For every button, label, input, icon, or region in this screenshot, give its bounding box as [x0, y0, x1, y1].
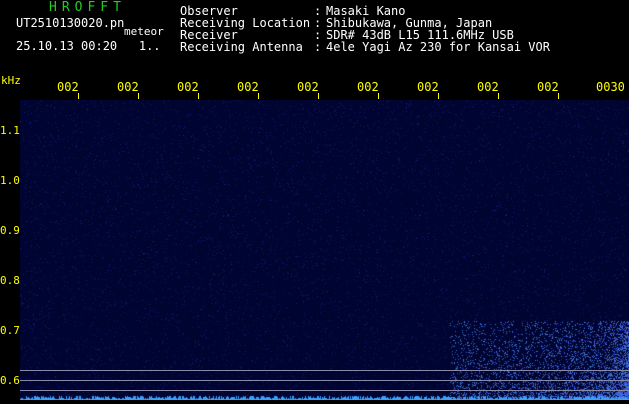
x-tick-label: 002: [57, 80, 79, 94]
datetime-label: 25.10.13 00:20 1..: [16, 40, 161, 52]
x-tick-mark: [138, 93, 139, 99]
x-tick-label: 002: [237, 80, 259, 94]
datetime-value: 25.10.13 00:20: [16, 39, 118, 53]
datetime-suffix: 1..: [138, 39, 161, 53]
reference-line: [20, 390, 629, 391]
spectrogram-plot: [20, 100, 629, 400]
y-tick-label: 0.8: [0, 274, 20, 287]
y-tick-label: 0.9: [0, 224, 20, 237]
info-colon: :: [314, 40, 322, 54]
y-tick-label: 0.6: [0, 374, 20, 387]
file-type-label: meteor: [124, 25, 164, 38]
reference-line: [20, 380, 629, 381]
info-antenna-label: Receiving Antenna: [180, 40, 303, 54]
x-tick-label: 002: [357, 80, 379, 94]
x-tick-mark: [198, 93, 199, 99]
x-tick-mark: [498, 93, 499, 99]
x-tick-label: 002: [537, 80, 559, 94]
x-tick-mark: [78, 93, 79, 99]
x-tick-label: 002: [297, 80, 319, 94]
x-tick-mark: [438, 93, 439, 99]
spectrogram-canvas: [20, 100, 629, 400]
x-tick-label: 002: [477, 80, 499, 94]
title-label: HROFFT: [49, 0, 126, 15]
x-tick-label: 002: [177, 80, 199, 94]
x-tick-label: 0030: [596, 80, 625, 94]
y-tick-label: 1.0: [0, 174, 20, 187]
x-tick-mark: [318, 93, 319, 99]
file-name-label: UT2510130020.pn: [16, 16, 125, 30]
y-tick-label: 1.1: [0, 124, 20, 137]
x-tick-mark: [558, 93, 559, 99]
x-tick-mark: [258, 93, 259, 99]
y-tick-label: 0.7: [0, 324, 20, 337]
reference-line: [20, 370, 629, 371]
y-axis-unit: kHz: [1, 74, 21, 87]
x-tick-label: 002: [117, 80, 139, 94]
x-tick-label: 002: [417, 80, 439, 94]
x-tick-mark: [378, 93, 379, 99]
info-antenna-value: 4ele Yagi Az 230 for Kansai VOR: [326, 40, 550, 54]
